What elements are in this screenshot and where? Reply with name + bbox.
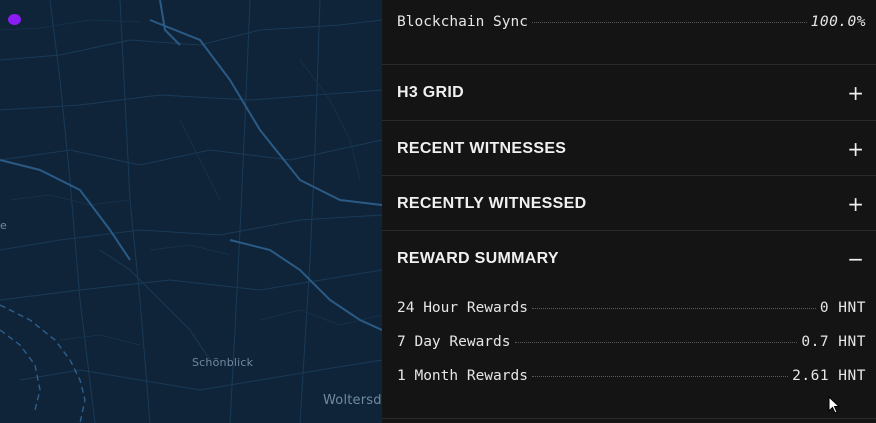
section-title: RECENT WITNESSES xyxy=(397,139,567,157)
reward-label: 1 Month Rewards xyxy=(397,368,528,384)
blockchain-sync-label: Blockchain Sync xyxy=(397,14,528,30)
section-recent-witnesses[interactable]: RECENT WITNESSES + xyxy=(382,121,876,176)
blockchain-sync-value: 100.0% xyxy=(810,14,866,30)
collapse-icon[interactable]: − xyxy=(847,247,864,271)
dotted-leader xyxy=(531,376,789,377)
blockchain-sync-row: Blockchain Sync 100.0% xyxy=(397,14,866,30)
dotted-leader xyxy=(531,22,807,23)
hotspot-marker[interactable] xyxy=(8,14,21,25)
dotted-leader xyxy=(514,342,798,343)
expand-icon[interactable]: + xyxy=(847,81,864,105)
reward-row-1m: 1 Month Rewards 2.61 HNT xyxy=(397,368,866,384)
map-label-edge: e xyxy=(0,219,7,232)
reward-row-7d: 7 Day Rewards 0.7 HNT xyxy=(397,334,866,350)
mouse-cursor-icon xyxy=(828,396,841,414)
section-title: H3 GRID xyxy=(397,83,464,101)
reward-row-24h: 24 Hour Rewards 0 HNT xyxy=(397,300,866,316)
section-reward-summary[interactable]: REWARD SUMMARY − xyxy=(382,231,876,286)
section-h3-grid[interactable]: H3 GRID + xyxy=(382,65,876,120)
map-label-schonblick: Schönblick xyxy=(192,356,254,369)
section-title: REWARD SUMMARY xyxy=(397,249,559,267)
hotspot-details-panel: Blockchain Sync 100.0% H3 GRID + RECENT … xyxy=(382,0,876,423)
section-recently-witnessed[interactable]: RECENTLY WITNESSED + xyxy=(382,176,876,231)
reward-value: 0 HNT xyxy=(819,300,866,316)
map-label-woltersdorf: Woltersd xyxy=(323,393,382,408)
reward-value: 0.7 HNT xyxy=(801,334,866,350)
dotted-leader xyxy=(531,308,816,309)
reward-label: 7 Day Rewards xyxy=(397,334,511,350)
map-view[interactable]: Schönblick Woltersd e xyxy=(0,0,382,423)
map-roads xyxy=(0,0,382,423)
divider xyxy=(382,418,876,419)
expand-icon[interactable]: + xyxy=(847,137,864,161)
expand-icon[interactable]: + xyxy=(847,192,864,216)
reward-label: 24 Hour Rewards xyxy=(397,300,528,316)
reward-value: 2.61 HNT xyxy=(792,368,866,384)
section-title: RECENTLY WITNESSED xyxy=(397,194,587,212)
